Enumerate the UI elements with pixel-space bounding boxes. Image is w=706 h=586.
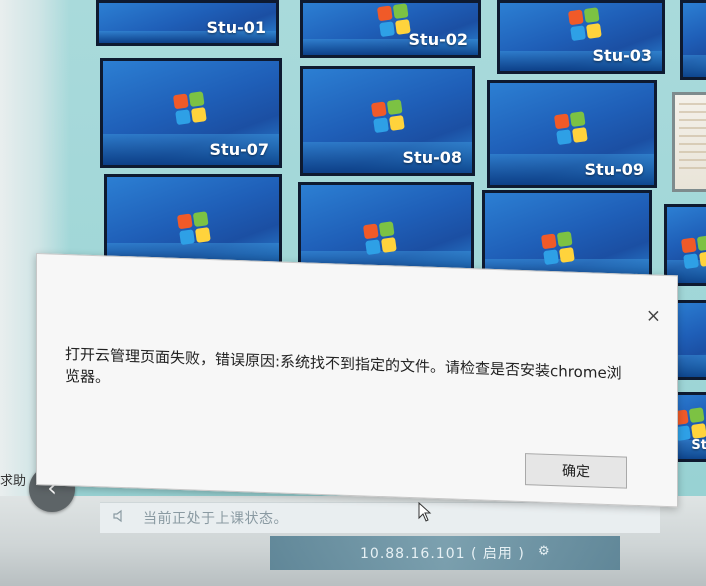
tile-label: Stu-01 [206, 18, 266, 37]
document-preview-icon [679, 103, 706, 173]
student-tile[interactable]: Stu-02 [300, 0, 481, 58]
student-tile[interactable]: Stu-07 [100, 58, 282, 168]
student-tile[interactable]: Stu-01 [96, 0, 279, 46]
windows-logo-icon [172, 91, 209, 127]
gear-icon[interactable]: ⚙ [538, 545, 552, 559]
speaker-icon [113, 509, 122, 523]
tile-label: Stu-02 [408, 30, 468, 49]
student-tile[interactable] [672, 92, 706, 192]
windows-logo-icon [540, 231, 577, 267]
error-dialog: × 打开云管理页面失败，错误原因:系统找不到指定的文件。请检查是否安装chrom… [36, 253, 678, 508]
windows-logo-icon [553, 111, 590, 147]
ip-address-text: 10.88.16.101 ( 启用 ) [360, 546, 525, 562]
tile-label: Stu-08 [402, 148, 462, 167]
ok-button[interactable]: 确定 [525, 453, 627, 489]
status-text: 当前正处于上课状态。 [143, 511, 288, 527]
student-tile[interactable] [680, 0, 706, 80]
windows-logo-icon [567, 7, 604, 43]
windows-logo-icon [370, 99, 407, 135]
help-label[interactable]: 求助 [0, 470, 26, 489]
windows-logo-icon [362, 221, 399, 257]
close-icon[interactable]: × [646, 305, 661, 327]
windows-logo-icon [680, 235, 706, 271]
windows-logo-icon [176, 211, 213, 247]
tile-label: St [691, 438, 706, 453]
dialog-message: 打开云管理页面失败，错误原因:系统找不到指定的文件。请检查是否安装chrome浏… [65, 345, 622, 387]
tile-label: Stu-03 [592, 46, 652, 65]
student-tile[interactable]: Stu-03 [497, 0, 665, 74]
tile-label: Stu-07 [209, 140, 269, 159]
student-tile[interactable]: Stu-09 [487, 80, 657, 188]
monitor-screen: Stu-01 Stu-02 Stu-03 Stu-07 Stu-08 Stu-0… [0, 0, 706, 586]
tile-label: Stu-09 [584, 160, 644, 179]
student-tile[interactable]: Stu-08 [300, 66, 475, 176]
student-tile[interactable] [664, 204, 706, 286]
mouse-cursor-icon [418, 502, 432, 522]
